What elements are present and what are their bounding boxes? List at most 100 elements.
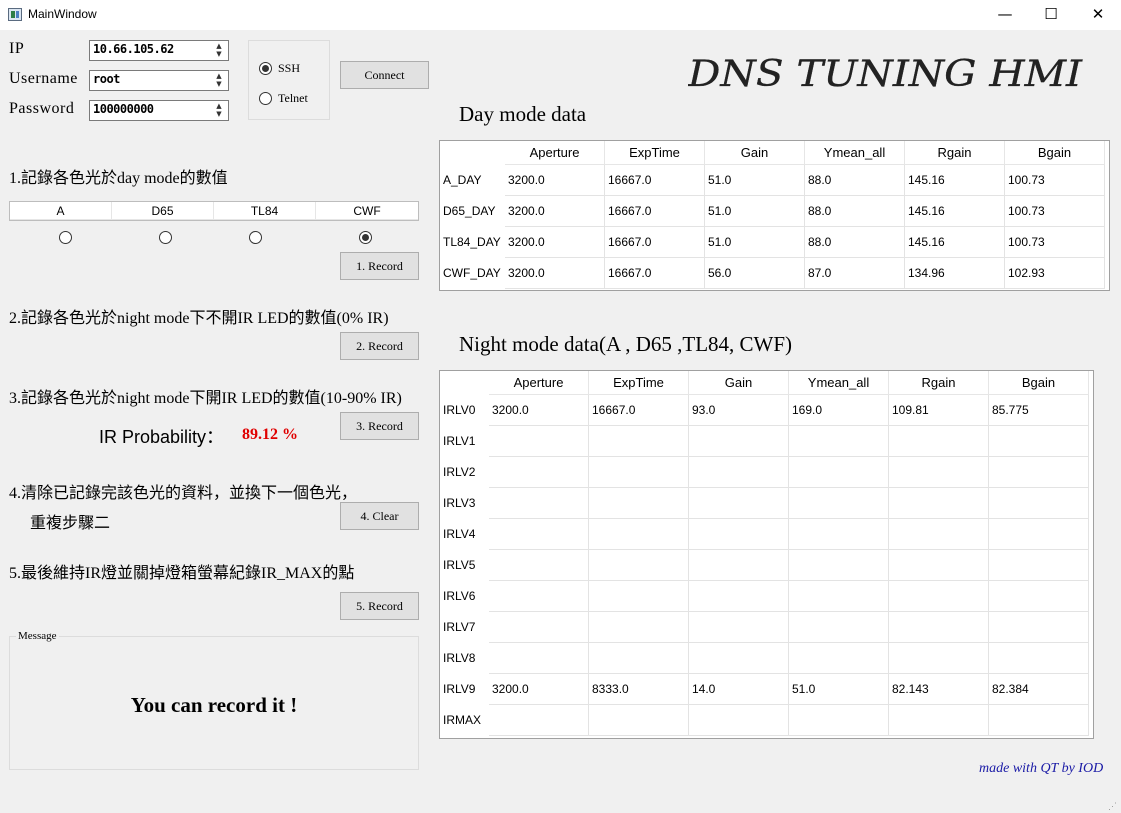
- table-cell[interactable]: [989, 426, 1089, 457]
- row-header[interactable]: IRMAX: [443, 713, 481, 727]
- telnet-label[interactable]: Telnet: [278, 91, 308, 106]
- table-cell[interactable]: 3200.0: [489, 674, 589, 705]
- table-cell[interactable]: 16667.0: [605, 227, 705, 258]
- table-cell[interactable]: [689, 519, 789, 550]
- table-cell[interactable]: [689, 705, 789, 736]
- record2-button[interactable]: 2. Record: [340, 332, 419, 360]
- telnet-radio[interactable]: [259, 92, 272, 105]
- table-cell[interactable]: [489, 457, 589, 488]
- table-cell[interactable]: [889, 581, 989, 612]
- light-source-a-radio[interactable]: [59, 231, 72, 244]
- table-cell[interactable]: [489, 612, 589, 643]
- table-cell[interactable]: 51.0: [705, 227, 805, 258]
- row-header[interactable]: IRLV6: [443, 589, 475, 603]
- row-header[interactable]: IRLV3: [443, 496, 475, 510]
- table-cell[interactable]: [889, 488, 989, 519]
- row-header[interactable]: IRLV0: [443, 403, 475, 417]
- table-cell[interactable]: [689, 426, 789, 457]
- column-header[interactable]: Ymean_all: [805, 141, 905, 165]
- table-cell[interactable]: [789, 581, 889, 612]
- table-cell[interactable]: 109.81: [889, 395, 989, 426]
- row-header[interactable]: IRLV7: [443, 620, 475, 634]
- table-cell[interactable]: 88.0: [805, 227, 905, 258]
- table-cell[interactable]: [589, 519, 689, 550]
- table-cell[interactable]: [489, 643, 589, 674]
- close-button[interactable]: ✕: [1075, 0, 1121, 30]
- night-mode-table[interactable]: Aperture ExpTime Gain Ymean_all Rgain Bgain IR…: [439, 370, 1094, 739]
- table-cell[interactable]: 88.0: [805, 165, 905, 196]
- table-cell[interactable]: [589, 643, 689, 674]
- spin-arrows-icon[interactable]: ▲ ▼: [212, 42, 226, 59]
- record3-button[interactable]: 3. Record: [340, 412, 419, 440]
- table-cell[interactable]: [689, 550, 789, 581]
- table-cell[interactable]: 134.96: [905, 258, 1005, 289]
- column-header[interactable]: Gain: [705, 141, 805, 165]
- ssh-label[interactable]: SSH: [278, 61, 300, 76]
- row-header[interactable]: IRLV4: [443, 527, 475, 541]
- table-cell[interactable]: [589, 581, 689, 612]
- table-cell[interactable]: [889, 612, 989, 643]
- table-cell[interactable]: 16667.0: [605, 258, 705, 289]
- table-cell[interactable]: [889, 705, 989, 736]
- column-header[interactable]: Gain: [689, 371, 789, 395]
- column-header[interactable]: ExpTime: [589, 371, 689, 395]
- maximize-button[interactable]: ☐: [1028, 0, 1074, 30]
- table-cell[interactable]: 100.73: [1005, 196, 1105, 227]
- minimize-button[interactable]: —: [982, 0, 1028, 30]
- table-cell[interactable]: [489, 581, 589, 612]
- table-cell[interactable]: [789, 519, 889, 550]
- table-cell[interactable]: [789, 612, 889, 643]
- row-header[interactable]: TL84_DAY: [443, 235, 501, 249]
- table-cell[interactable]: 51.0: [705, 196, 805, 227]
- table-cell[interactable]: 51.0: [789, 674, 889, 705]
- table-cell[interactable]: [989, 612, 1089, 643]
- table-cell[interactable]: [589, 705, 689, 736]
- title-bar[interactable]: MainWindow — ☐ ✕: [0, 0, 1121, 30]
- column-header[interactable]: Aperture: [489, 371, 589, 395]
- row-header[interactable]: CWF_DAY: [443, 266, 501, 280]
- light-source-cwf-radio[interactable]: [359, 231, 372, 244]
- table-cell[interactable]: 8333.0: [589, 674, 689, 705]
- record1-button[interactable]: 1. Record: [340, 252, 419, 280]
- table-cell[interactable]: [489, 426, 589, 457]
- row-header[interactable]: IRLV1: [443, 434, 475, 448]
- table-cell[interactable]: 3200.0: [505, 196, 605, 227]
- table-cell[interactable]: [489, 488, 589, 519]
- table-cell[interactable]: [789, 457, 889, 488]
- table-cell[interactable]: [689, 581, 789, 612]
- table-cell[interactable]: [989, 550, 1089, 581]
- table-cell[interactable]: [689, 612, 789, 643]
- resize-grip-icon[interactable]: ⋰: [1108, 800, 1120, 812]
- table-cell[interactable]: 145.16: [905, 196, 1005, 227]
- day-mode-table[interactable]: Aperture ExpTime Gain Ymean_all Rgain Bgain A_…: [439, 140, 1110, 291]
- table-cell[interactable]: [489, 705, 589, 736]
- column-header[interactable]: Rgain: [905, 141, 1005, 165]
- table-cell[interactable]: [489, 550, 589, 581]
- ip-value[interactable]: 10.66.105.62: [93, 42, 174, 56]
- row-header[interactable]: IRLV2: [443, 465, 475, 479]
- column-header[interactable]: Bgain: [989, 371, 1089, 395]
- table-cell[interactable]: 16667.0: [589, 395, 689, 426]
- table-cell[interactable]: 16667.0: [605, 196, 705, 227]
- table-cell[interactable]: [789, 488, 889, 519]
- table-cell[interactable]: [589, 457, 689, 488]
- table-cell[interactable]: 14.0: [689, 674, 789, 705]
- spin-arrows-icon[interactable]: ▲ ▼: [212, 72, 226, 89]
- connect-button[interactable]: Connect: [340, 61, 429, 89]
- row-header[interactable]: IRLV9: [443, 682, 475, 696]
- table-cell[interactable]: 3200.0: [505, 227, 605, 258]
- table-cell[interactable]: [589, 488, 689, 519]
- column-header[interactable]: Aperture: [505, 141, 605, 165]
- username-value[interactable]: root: [93, 72, 120, 86]
- clear-button[interactable]: 4. Clear: [340, 502, 419, 530]
- table-cell[interactable]: 56.0: [705, 258, 805, 289]
- row-header[interactable]: IRLV5: [443, 558, 475, 572]
- table-cell[interactable]: 169.0: [789, 395, 889, 426]
- table-cell[interactable]: 88.0: [805, 196, 905, 227]
- table-cell[interactable]: [689, 643, 789, 674]
- record5-button[interactable]: 5. Record: [340, 592, 419, 620]
- table-cell[interactable]: [689, 457, 789, 488]
- table-cell[interactable]: 82.143: [889, 674, 989, 705]
- ip-spinbox[interactable]: 10.66.105.62 ▲ ▼: [89, 40, 229, 61]
- column-header[interactable]: Bgain: [1005, 141, 1105, 165]
